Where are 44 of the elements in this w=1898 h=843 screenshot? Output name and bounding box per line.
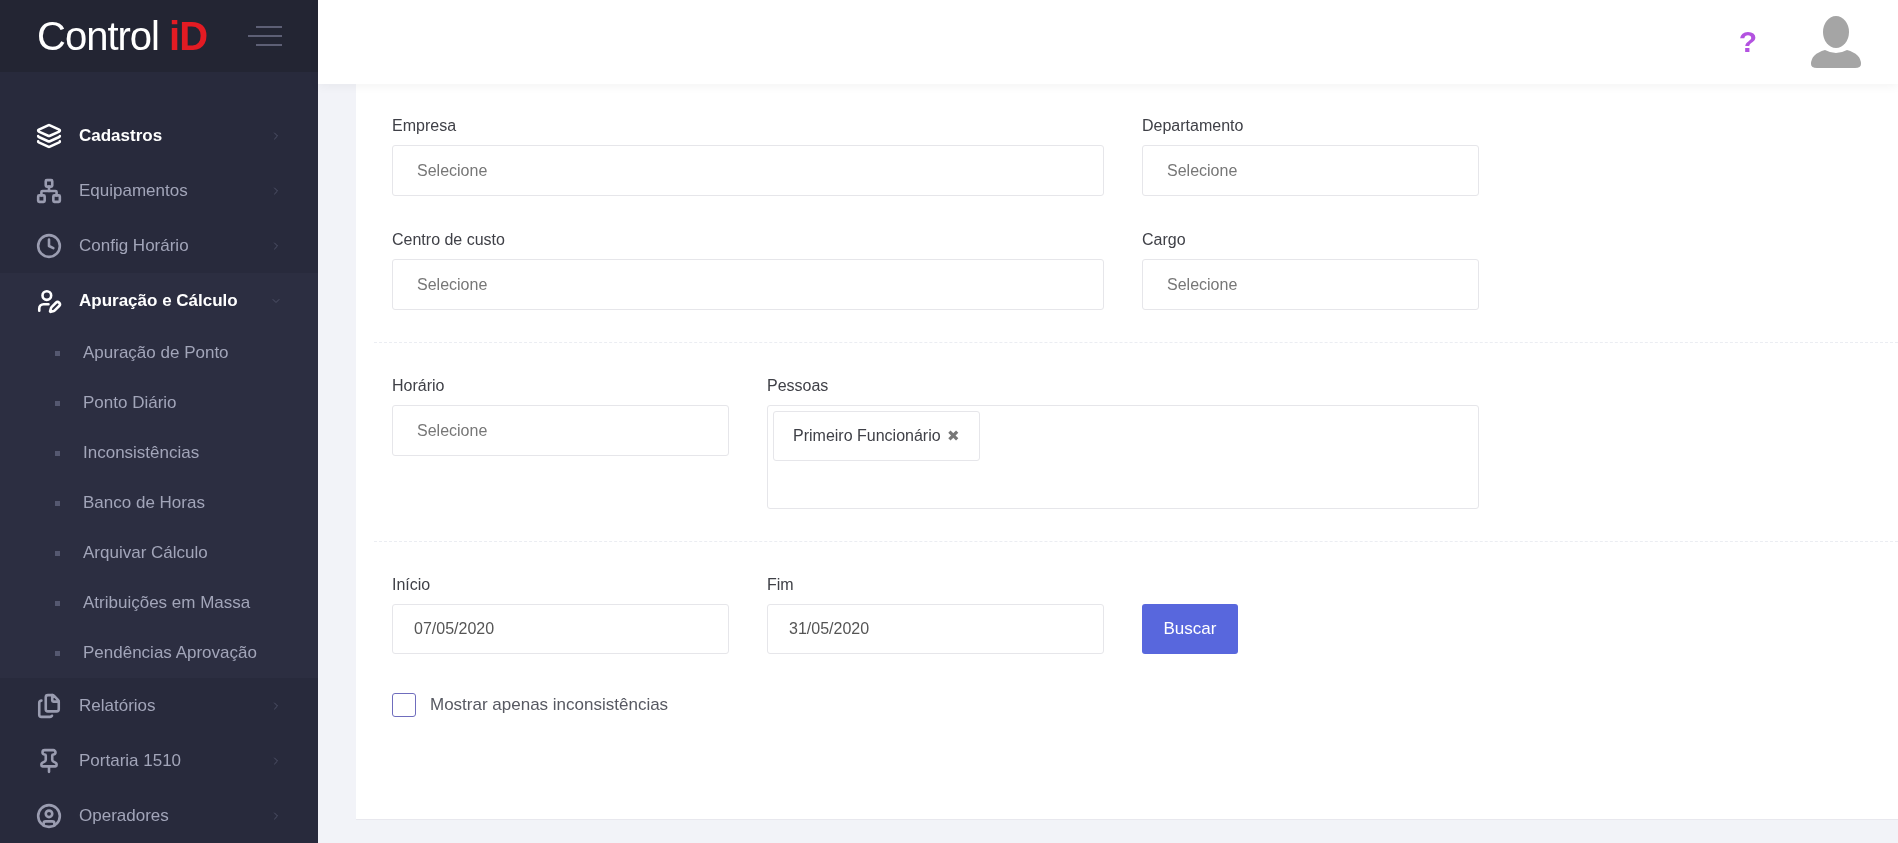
people-field[interactable]: Primeiro Funcionário ✖	[767, 405, 1479, 509]
sidebar-item[interactable]: Equipamentos	[0, 163, 318, 218]
checkbox[interactable]	[392, 692, 416, 717]
field-label: Empresa	[392, 116, 458, 136]
sidebar-item[interactable]: Apuração e Cálculo	[0, 273, 318, 328]
select-field[interactable]: Selecione	[1142, 145, 1479, 196]
avatar-icon[interactable]	[1809, 16, 1863, 68]
sidebar-item[interactable]: Cadastros	[0, 108, 318, 163]
submenu-item[interactable]: Banco de Horas	[0, 478, 318, 528]
select-field[interactable]: Selecione	[1142, 259, 1479, 310]
submenu-item[interactable]: Atribuições em Massa	[0, 578, 318, 628]
field-label: Pessoas	[767, 376, 830, 396]
date-field[interactable]: 07/05/2020	[392, 604, 729, 654]
select-field[interactable]: Selecione	[392, 405, 729, 456]
submenu-item[interactable]: Arquivar Cálculo	[0, 528, 318, 578]
submenu-item[interactable]: Pendências Aprovação	[0, 628, 318, 678]
search-button[interactable]: Buscar	[1142, 604, 1238, 654]
sidebar-item[interactable]: Operadores	[0, 788, 318, 843]
select-field[interactable]: Selecione	[392, 259, 1104, 310]
field-label: Centro de custo	[392, 230, 506, 250]
sitemap-icon	[36, 177, 62, 204]
help-button[interactable]: ?	[1738, 27, 1757, 57]
sidebar-item[interactable]: Portaria 1510	[0, 733, 318, 788]
remove-button[interactable]: ✖	[946, 424, 960, 448]
user-circle-icon	[36, 802, 62, 829]
sidebar-item[interactable]: Relatórios	[0, 678, 318, 733]
submenu-item[interactable]: Ponto Diário	[0, 378, 318, 428]
field-label: Horário	[392, 376, 446, 396]
clock-icon	[36, 232, 62, 259]
files-icon	[36, 692, 62, 719]
field-label: Fim	[767, 575, 795, 595]
menu-icon[interactable]	[248, 26, 282, 46]
tag-label: Primeiro Funcionário	[793, 426, 941, 446]
user-edit-icon	[36, 287, 62, 314]
field-label: Início	[392, 575, 432, 595]
layers-icon	[36, 122, 62, 149]
field-label: Cargo	[1142, 230, 1187, 250]
submenu-item[interactable]: Apuração de Ponto	[0, 328, 318, 378]
select-field[interactable]: Selecione	[392, 145, 1104, 196]
date-field[interactable]: 31/05/2020	[767, 604, 1104, 654]
submenu-item[interactable]: Inconsistências	[0, 428, 318, 478]
sidebar-item[interactable]: Config Horário	[0, 218, 318, 273]
field-label: Departamento	[1142, 116, 1245, 136]
checkbox-label: Mostrar apenas inconsistências	[430, 694, 669, 716]
